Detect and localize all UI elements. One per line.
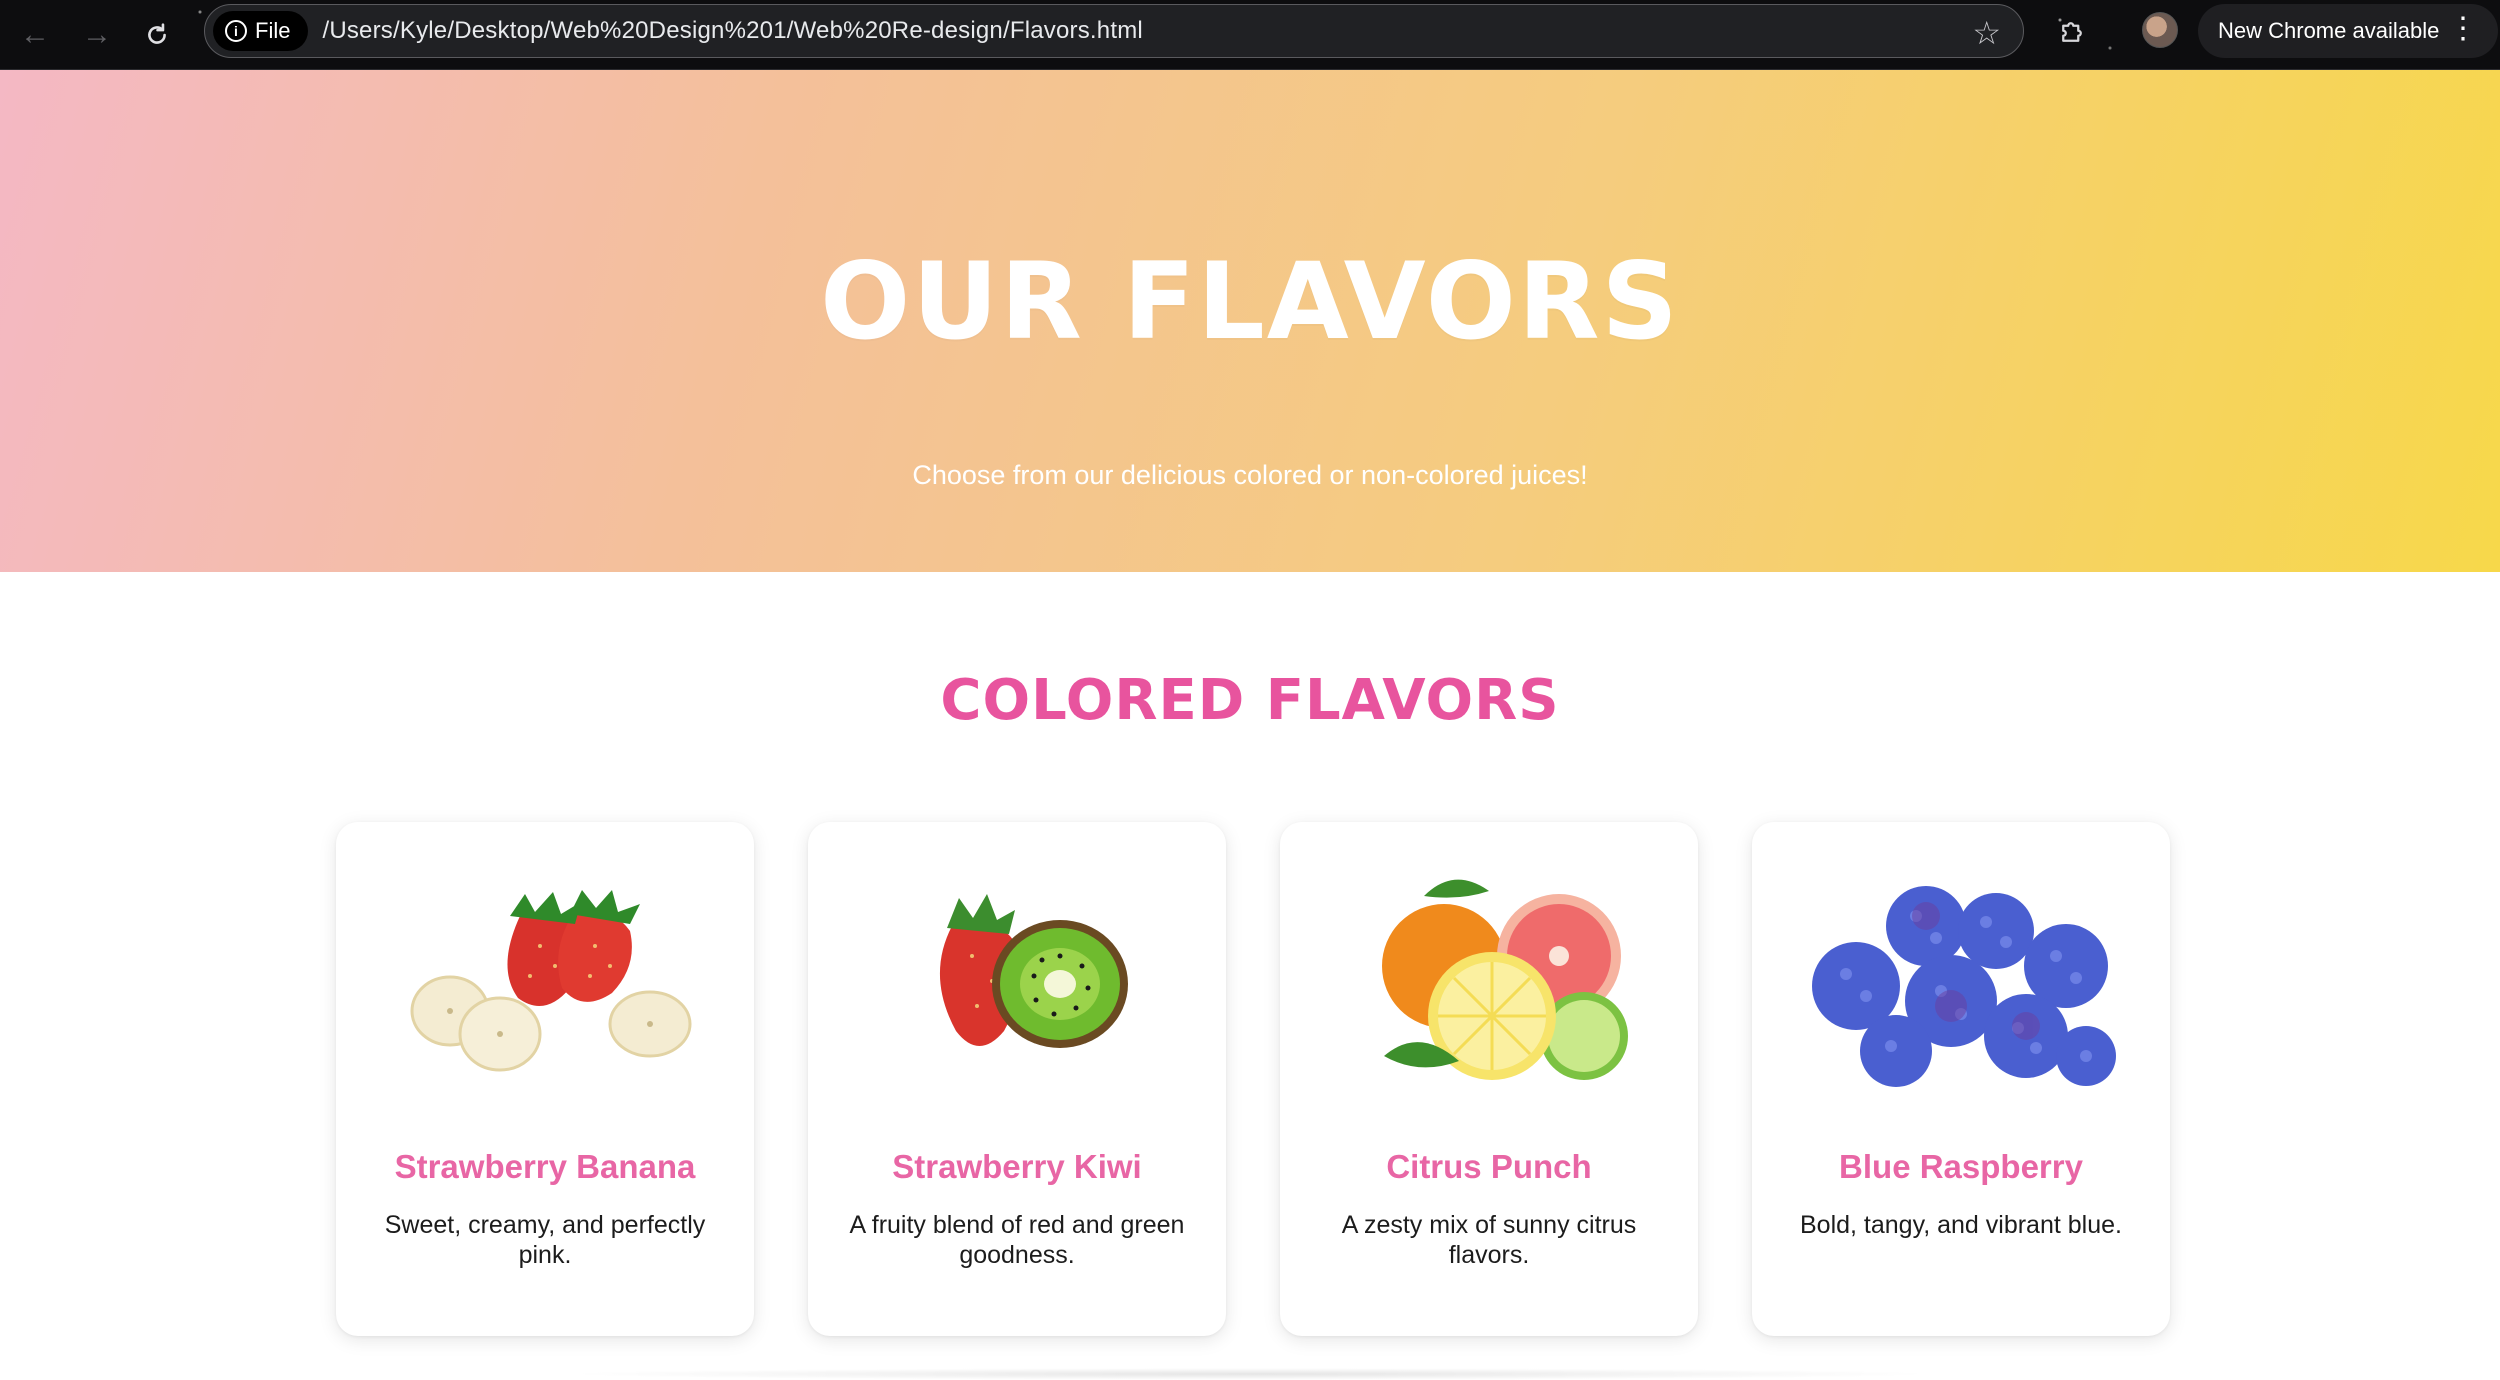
flavor-card-title: Blue Raspberry [1839, 1148, 2083, 1185]
flavor-card[interactable]: Strawberry Kiwi A fruity blend of red an… [808, 822, 1226, 1336]
site-info-chip[interactable]: i File [213, 11, 309, 51]
address-bar[interactable]: i File /Users/Kyle/Desktop/Web%20Design%… [204, 4, 2024, 58]
file-chip-label: File [255, 18, 291, 43]
blue-raspberry-image [1812, 886, 2116, 1087]
citrus-punch-image [1382, 879, 1628, 1080]
section-title: COLORED FLAVORS [940, 668, 1560, 733]
flavor-card[interactable]: Blue Raspberry Bold, tangy, and vibrant … [1752, 822, 2170, 1336]
hero-banner: OUR FLAVORS Choose from our delicious co… [0, 70, 2500, 572]
flavor-card-title: Strawberry Kiwi [892, 1148, 1142, 1185]
extensions-puzzle-icon[interactable] [2052, 12, 2092, 52]
forward-button[interactable]: → [74, 12, 120, 58]
update-label: New Chrome available [2218, 18, 2440, 43]
browser-toolbar: ← → i File /Users/Kyle/Desktop/Web%20Des… [0, 0, 2500, 70]
flavor-card-description: A zesty mix of sunny citrus flavors. [1341, 1211, 1637, 1269]
section-divider-shadow [560, 1368, 1940, 1380]
flavor-card-title: Strawberry Banana [394, 1148, 696, 1185]
strawberry-kiwi-image [939, 894, 1128, 1048]
back-button[interactable]: ← [12, 12, 58, 58]
update-chrome-button[interactable]: New Chrome available ⋮ [2198, 4, 2498, 58]
flavor-card-title: Citrus Punch [1386, 1148, 1592, 1185]
flavor-card-description: Sweet, creamy, and perfectly pink. [384, 1211, 706, 1269]
flavor-card-grid: Strawberry Banana Sweet, creamy, and per… [336, 822, 2170, 1336]
url-text[interactable]: /Users/Kyle/Desktop/Web%20Design%201/Web… [322, 17, 1142, 45]
flavor-card-description: A fruity blend of red and green goodness… [849, 1211, 1185, 1269]
arrow-right-icon: → [82, 18, 112, 51]
flavor-card-description: Bold, tangy, and vibrant blue. [1800, 1211, 2122, 1239]
page-title: OUR FLAVORS [820, 240, 1680, 363]
menu-dots-icon[interactable]: ⋮ [2448, 14, 2478, 44]
flavor-card[interactable]: Strawberry Banana Sweet, creamy, and per… [336, 822, 754, 1336]
flavor-card[interactable]: Citrus Punch A zesty mix of sunny citrus… [1280, 822, 1698, 1336]
hero-subtitle: Choose from our delicious colored or non… [912, 460, 1588, 490]
bookmark-star-icon[interactable]: ☆ [1972, 14, 2001, 52]
reload-button[interactable] [134, 12, 180, 58]
strawberry-banana-image [410, 890, 692, 1072]
reload-icon [148, 23, 166, 44]
profile-avatar[interactable] [2142, 12, 2178, 48]
arrow-left-icon: ← [20, 18, 50, 51]
info-icon: i [225, 20, 247, 42]
